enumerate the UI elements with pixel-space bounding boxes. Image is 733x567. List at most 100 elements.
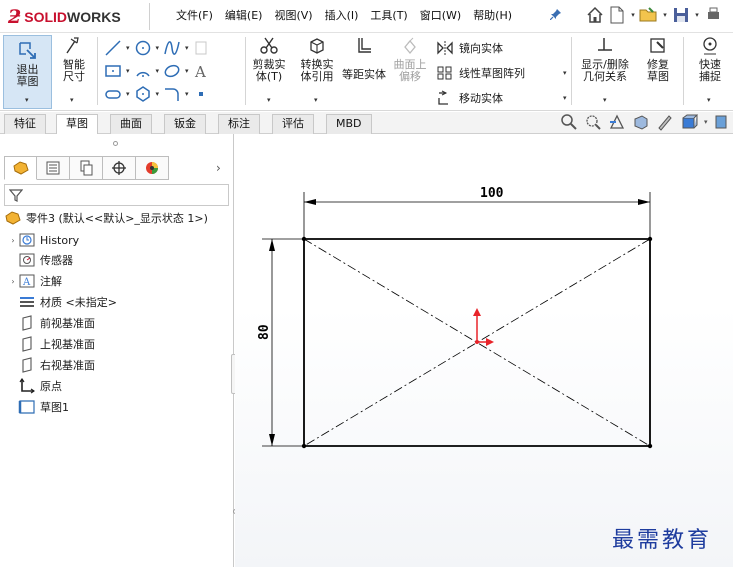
new-dropdown-icon[interactable]: ▾	[629, 11, 637, 19]
vertex-bottom-right[interactable]	[647, 443, 653, 449]
arc-icon[interactable]	[134, 62, 152, 80]
tree-item-top-plane[interactable]: 上视基准面	[18, 334, 95, 354]
tab-configuration-manager[interactable]	[70, 156, 103, 180]
menu-tools[interactable]: 工具(T)	[364, 8, 413, 24]
expand-arrow-icon[interactable]: ›	[8, 236, 18, 245]
circle-icon[interactable]	[134, 39, 152, 57]
linear-pattern-button[interactable]: 线性草图阵列	[436, 63, 525, 83]
vertex-top-left[interactable]	[301, 236, 307, 242]
quick-snaps-button[interactable]: 快速捕捉	[688, 35, 732, 83]
offset-on-surface-button[interactable]: 曲面上偏移	[390, 35, 430, 83]
menu-edit[interactable]: 编辑(E)	[219, 8, 269, 24]
tree-item-history[interactable]: › History	[8, 230, 79, 250]
trim-dropdown-icon[interactable]: ▾	[267, 96, 271, 104]
move-dropdown-icon[interactable]: ▾	[563, 94, 567, 102]
repair-sketch-button[interactable]: 修复草图	[638, 35, 678, 83]
tab-mbd[interactable]: MBD	[326, 114, 372, 134]
sketch-canvas[interactable]: 100 80	[235, 134, 733, 567]
menu-insert[interactable]: 插入(I)	[319, 8, 365, 24]
line-icon[interactable]	[104, 39, 122, 57]
print-icon[interactable]	[703, 5, 723, 25]
tree-item-annotations[interactable]: › A 注解	[8, 271, 62, 291]
rectangle-dropdown-icon[interactable]: ▾	[126, 67, 130, 75]
tree-item-right-plane[interactable]: 右视基准面	[18, 355, 95, 375]
height-dimension-value[interactable]: 80	[257, 324, 272, 340]
rectangle-icon[interactable]	[104, 62, 122, 80]
tab-surfaces[interactable]: 曲面	[110, 114, 152, 134]
open-folder-icon[interactable]	[639, 5, 659, 25]
ellipse-icon[interactable]	[163, 62, 181, 80]
fillet-dropdown-icon[interactable]: ▾	[185, 90, 189, 98]
tree-root-part[interactable]: 零件3 (默认<<默认>_显示状态 1>)	[4, 208, 208, 228]
convert-entities-button[interactable]: 转换实体引用	[294, 35, 340, 83]
dynamic-annotation-icon[interactable]	[656, 113, 674, 131]
fillet-icon[interactable]	[163, 85, 181, 103]
quick-snaps-dropdown-icon[interactable]: ▾	[707, 96, 711, 104]
exit-sketch-dropdown-icon[interactable]: ▾	[25, 96, 29, 104]
width-dimension-value[interactable]: 100	[480, 186, 504, 201]
save-dropdown-icon[interactable]: ▾	[693, 11, 701, 19]
point-icon[interactable]	[193, 85, 209, 103]
tree-item-material[interactable]: 材质 <未指定>	[18, 292, 117, 312]
display-delete-relations-button[interactable]: 显示/删除几何关系	[576, 35, 634, 83]
open-dropdown-icon[interactable]: ▾	[661, 11, 669, 19]
tab-evaluate[interactable]: 评估	[272, 114, 314, 134]
tab-dimxpert-manager[interactable]	[103, 156, 136, 180]
zoom-to-fit-icon[interactable]	[560, 113, 578, 131]
expand-arrow-icon[interactable]: ›	[8, 277, 18, 286]
spline-icon[interactable]	[163, 39, 181, 57]
new-document-icon[interactable]	[607, 5, 627, 25]
relations-dropdown-icon[interactable]: ▾	[603, 96, 607, 104]
slot-icon[interactable]	[104, 85, 122, 103]
tab-display-manager[interactable]	[136, 156, 169, 180]
menu-help[interactable]: 帮助(H)	[467, 8, 518, 24]
move-entities-button[interactable]: 移动实体	[436, 88, 503, 108]
mirror-entities-button[interactable]: 镜向实体	[436, 38, 503, 58]
pane-tabs-scroll-right-icon[interactable]: ›	[216, 161, 221, 175]
tab-feature-manager[interactable]	[4, 156, 37, 180]
tab-features[interactable]: 特征	[4, 114, 46, 134]
tree-item-origin[interactable]: 原点	[18, 376, 62, 396]
display-style-icon[interactable]	[714, 113, 728, 131]
tab-sheet-metal[interactable]: 钣金	[164, 114, 206, 134]
text-icon[interactable]: A	[193, 62, 209, 80]
feature-tree-filter[interactable]	[4, 184, 229, 206]
polygon-dropdown-icon[interactable]: ▾	[156, 90, 160, 98]
spline-dropdown-icon[interactable]: ▾	[185, 44, 189, 52]
graphics-area[interactable]: 100 80	[235, 134, 733, 567]
linear-pattern-dropdown-icon[interactable]: ▾	[563, 69, 567, 77]
pin-icon[interactable]	[549, 8, 562, 23]
arc-dropdown-icon[interactable]: ▾	[156, 67, 160, 75]
menu-window[interactable]: 窗口(W)	[414, 8, 467, 24]
view-orientation-dropdown-icon[interactable]: ▾	[704, 118, 708, 126]
home-icon[interactable]	[585, 5, 605, 25]
trim-entities-button[interactable]: 剪裁实体(T)	[248, 35, 290, 83]
save-icon[interactable]	[671, 5, 691, 25]
menu-view[interactable]: 视图(V)	[268, 8, 318, 24]
sketch-origin-icon[interactable]	[473, 308, 494, 346]
section-view-icon[interactable]	[632, 113, 650, 131]
tree-item-sketch1[interactable]: 草图1	[18, 397, 69, 417]
convert-dropdown-icon[interactable]: ▾	[314, 96, 318, 104]
pane-collapse-handle[interactable]	[113, 141, 118, 146]
previous-view-icon[interactable]	[608, 113, 626, 131]
view-orientation-icon[interactable]	[680, 113, 698, 131]
smart-dimension-dropdown-icon[interactable]: ▾	[70, 96, 74, 104]
circle-dropdown-icon[interactable]: ▾	[156, 44, 160, 52]
polygon-icon[interactable]	[134, 85, 152, 103]
slot-dropdown-icon[interactable]: ▾	[126, 90, 130, 98]
tree-item-sensors[interactable]: 传感器	[18, 250, 73, 270]
vertex-bottom-left[interactable]	[301, 443, 307, 449]
tab-markup[interactable]: 标注	[218, 114, 260, 134]
zoom-to-area-icon[interactable]	[584, 113, 602, 131]
tree-item-front-plane[interactable]: 前视基准面	[18, 313, 95, 333]
vertex-top-right[interactable]	[647, 236, 653, 242]
line-dropdown-icon[interactable]: ▾	[126, 44, 130, 52]
tab-sketch[interactable]: 草图	[56, 114, 98, 134]
smart-dimension-button[interactable]: 智能尺寸	[56, 35, 92, 83]
offset-entities-button[interactable]: 等距实体	[342, 35, 386, 81]
solidworks-logo[interactable]: ƻ SOLIDWORKS	[8, 4, 121, 29]
menu-file[interactable]: 文件(F)	[170, 8, 219, 24]
tab-property-manager[interactable]	[37, 156, 70, 180]
ellipse-dropdown-icon[interactable]: ▾	[185, 67, 189, 75]
